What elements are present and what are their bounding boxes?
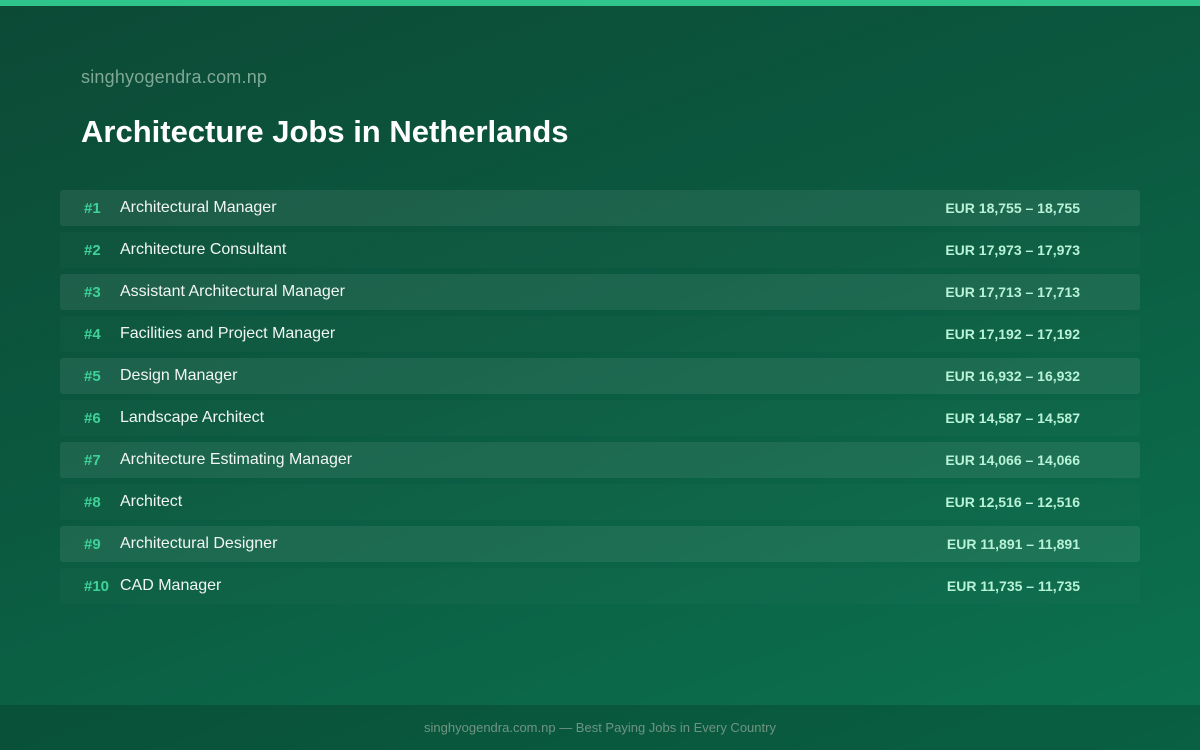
job-rank: #7 — [84, 451, 101, 469]
job-salary: EUR 16,932 – 16,932 — [945, 368, 1080, 384]
job-salary: EUR 14,066 – 14,066 — [945, 452, 1080, 468]
job-salary: EUR 11,891 – 11,891 — [946, 536, 1080, 552]
job-rank: #9 — [84, 535, 101, 553]
job-row: #5 Design Manager EUR 16,932 – 16,932 — [60, 358, 1140, 394]
job-salary: EUR 12,516 – 12,516 — [945, 494, 1080, 510]
job-rank: #4 — [84, 325, 101, 343]
job-title: CAD Manager — [120, 577, 222, 594]
job-row: #1 Architectural Manager EUR 18,755 – 18… — [60, 190, 1140, 226]
job-rank: #8 — [84, 493, 101, 511]
site-name: singhyogendra.com.np — [81, 67, 268, 87]
job-list: #1 Architectural Manager EUR 18,755 – 18… — [60, 190, 1140, 610]
job-salary: EUR 17,713 – 17,713 — [945, 284, 1080, 300]
job-title: Architecture Estimating Manager — [120, 451, 353, 468]
job-title: Architect — [120, 493, 183, 510]
job-title: Architectural Designer — [120, 535, 278, 552]
job-row: #2 Architecture Consultant EUR 17,973 – … — [60, 232, 1140, 268]
job-salary: EUR 11,735 – 11,735 — [946, 578, 1080, 594]
job-title: Landscape Architect — [120, 409, 265, 426]
job-title: Architectural Manager — [120, 199, 277, 216]
job-rank: #10 — [84, 577, 110, 595]
job-title: Design Manager — [120, 367, 238, 384]
job-rank: #2 — [84, 241, 101, 259]
page-title: Architecture Jobs in Netherlands — [81, 114, 569, 149]
footer-text: singhyogendra.com.np — Best Paying Jobs … — [424, 720, 776, 735]
job-row: #3 Assistant Architectural Manager EUR 1… — [60, 274, 1140, 310]
job-salary: EUR 17,973 – 17,973 — [945, 242, 1080, 258]
job-rank: #1 — [84, 199, 101, 217]
top-accent-bar — [0, 0, 1200, 6]
job-row: #4 Facilities and Project Manager EUR 17… — [60, 316, 1140, 352]
job-row: #9 Architectural Designer EUR 11,891 – 1… — [60, 526, 1140, 562]
job-title: Facilities and Project Manager — [120, 325, 336, 342]
job-rank: #5 — [84, 367, 101, 385]
footer: singhyogendra.com.np — Best Paying Jobs … — [0, 705, 1200, 750]
job-title: Architecture Consultant — [120, 241, 287, 258]
job-salary: EUR 18,755 – 18,755 — [945, 200, 1080, 216]
job-row: #7 Architecture Estimating Manager EUR 1… — [60, 442, 1140, 478]
job-salary: EUR 17,192 – 17,192 — [945, 326, 1080, 342]
job-row: #8 Architect EUR 12,516 – 12,516 — [60, 484, 1140, 520]
job-rank: #6 — [84, 409, 101, 427]
job-rank: #3 — [84, 283, 101, 301]
job-salary: EUR 14,587 – 14,587 — [945, 410, 1080, 426]
job-row: #10 CAD Manager EUR 11,735 – 11,735 — [60, 568, 1140, 604]
job-title: Assistant Architectural Manager — [120, 283, 345, 300]
job-row: #6 Landscape Architect EUR 14,587 – 14,5… — [60, 400, 1140, 436]
